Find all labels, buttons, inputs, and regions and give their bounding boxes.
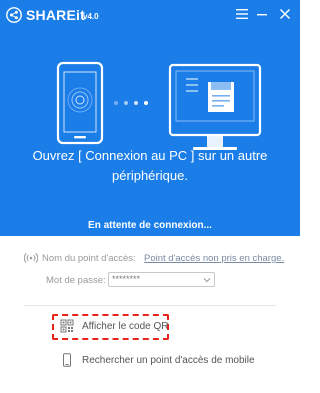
title-bar: SHAREit v4.0 bbox=[0, 0, 300, 30]
search-mobile-hotspot-button[interactable]: Rechercher un point d'accès de mobile bbox=[55, 350, 285, 372]
password-row: Mot de passe: ******** bbox=[0, 270, 300, 288]
shareit-window: SHAREit v4.0 Ouvrez [Connexion au PC] … bbox=[0, 0, 300, 393]
header-panel: SHAREit v4.0 Ouvrez [Connexion au PC] … bbox=[0, 0, 300, 236]
hotspot-name-value[interactable]: Point d'accès non pris en charge. bbox=[144, 253, 284, 264]
password-value: ******** bbox=[112, 274, 141, 284]
password-field[interactable]: ******** bbox=[108, 272, 215, 287]
connection-status: En attente de connexion... bbox=[88, 220, 212, 231]
phone-icon bbox=[56, 61, 104, 145]
hamburger-menu-icon[interactable] bbox=[234, 6, 250, 22]
app-name: SHAREit bbox=[26, 7, 85, 23]
close-icon[interactable] bbox=[277, 6, 293, 22]
shareit-logo-icon bbox=[6, 7, 22, 23]
app-version: v4.0 bbox=[83, 12, 99, 21]
hotspot-name-label: Nom du point d'accès: bbox=[42, 253, 136, 264]
phone-to-pc-illustration bbox=[56, 61, 262, 150]
qr-code-icon bbox=[60, 319, 74, 333]
chevron-down-icon[interactable] bbox=[203, 277, 211, 283]
hotspot-row: Nom du point d'accès: Point d'accès non … bbox=[0, 250, 300, 268]
connection-instruction: Ouvrez [ Connexion au PC ] sur un autre … bbox=[32, 148, 268, 183]
transfer-dots bbox=[114, 101, 148, 105]
divider bbox=[24, 305, 276, 306]
search-mobile-hotspot-label: Rechercher un point d'accès de mobile bbox=[82, 355, 255, 366]
password-label: Mot de passe: bbox=[46, 275, 106, 286]
show-qr-code-button[interactable]: Afficher le code QR bbox=[55, 316, 285, 338]
show-qr-code-label: Afficher le code QR bbox=[82, 321, 169, 332]
minimize-icon[interactable] bbox=[254, 6, 270, 22]
monitor-icon bbox=[168, 63, 262, 150]
mobile-phone-icon bbox=[63, 353, 71, 367]
hotspot-icon bbox=[24, 253, 38, 263]
